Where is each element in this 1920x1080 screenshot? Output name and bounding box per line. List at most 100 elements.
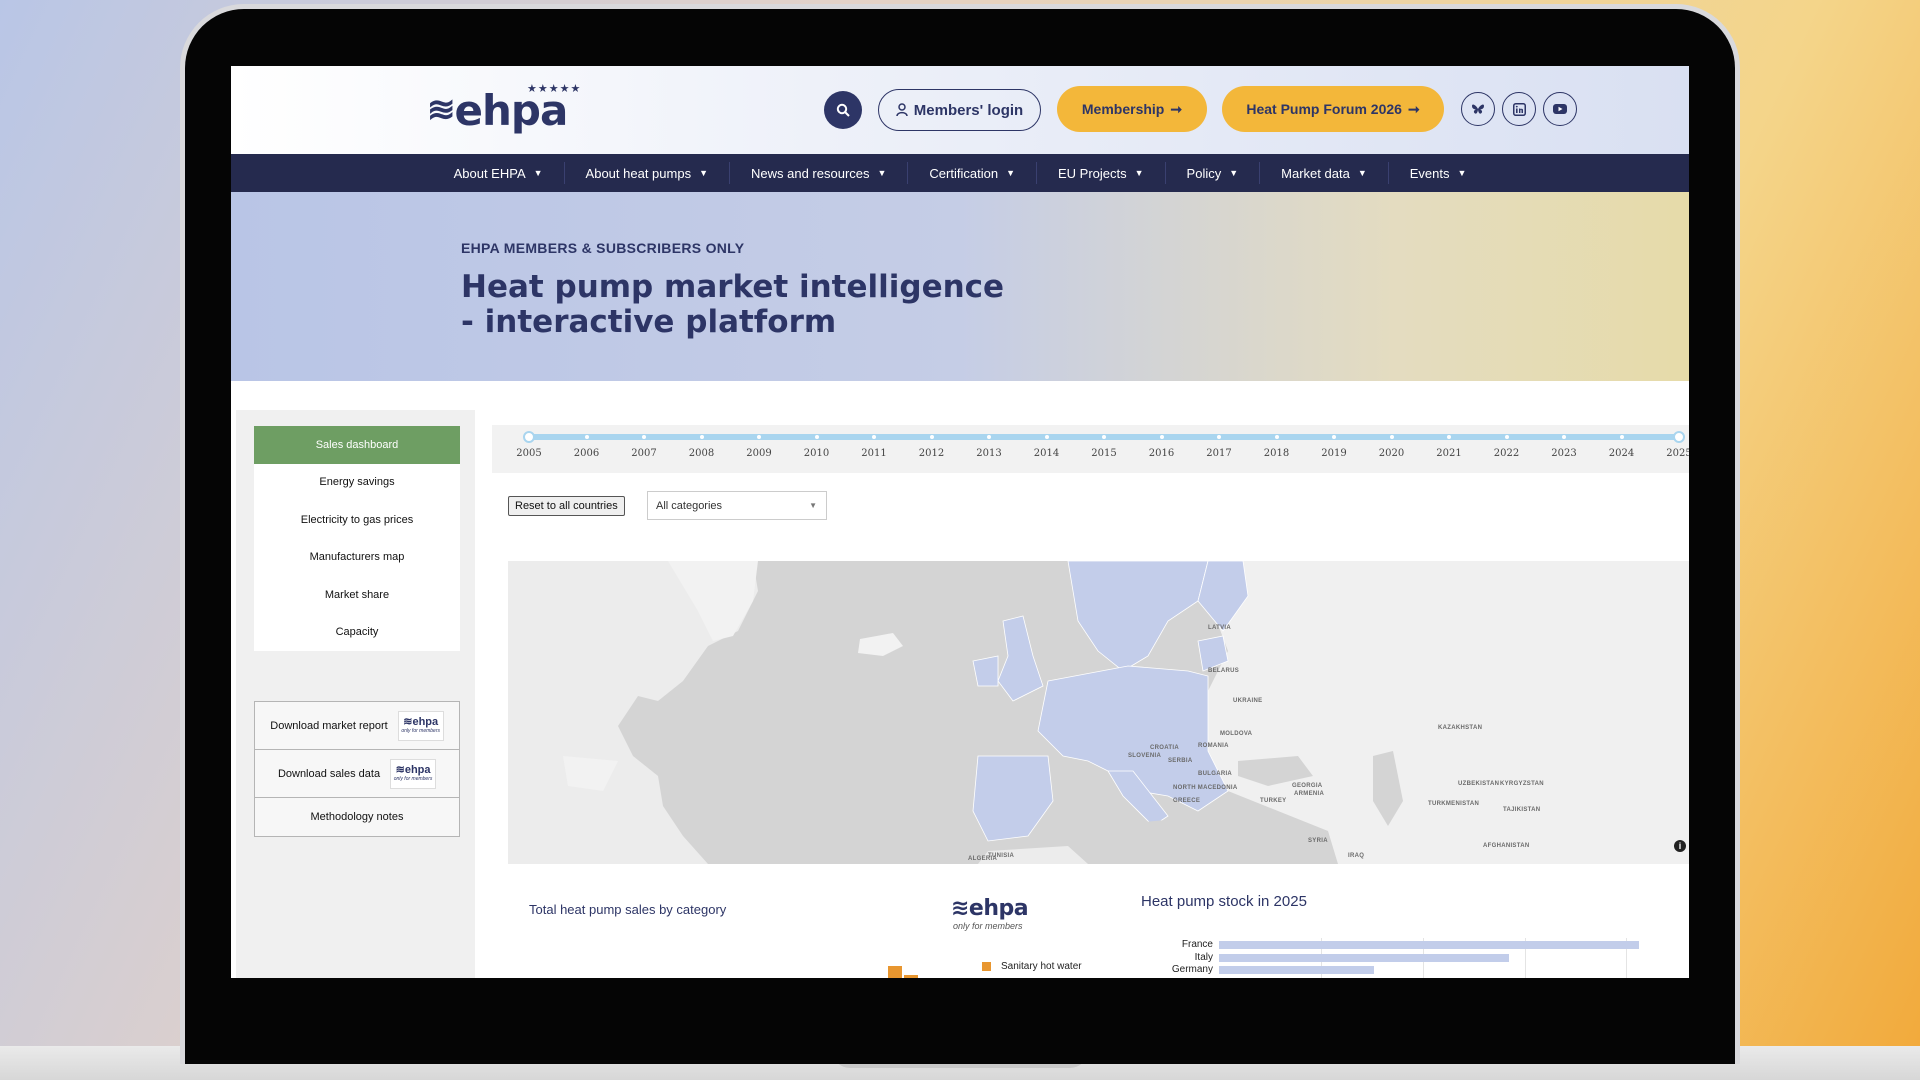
caret-down-icon: ▼ (699, 168, 708, 178)
menu-sales-dashboard[interactable]: Sales dashboard (254, 426, 460, 464)
year-range-slider[interactable]: 2005 2006 2007 2008 2009 2010 2011 2012 2013 2014… (492, 425, 1689, 473)
page-title: Heat pump market intelligence - interact… (461, 269, 1005, 340)
bar-category-label: France (1181, 939, 1213, 950)
slider-year-label: 2023 (1551, 448, 1577, 459)
nav-eu-projects[interactable]: EU Projects ▼ (1037, 162, 1166, 184)
nav-events[interactable]: Events ▼ (1389, 162, 1488, 184)
bluesky-button[interactable] (1461, 92, 1495, 126)
bar-category-label: Germany (1171, 964, 1213, 975)
nav-label: Events (1409, 165, 1450, 181)
slider-tick (872, 435, 876, 439)
map-country-label: GEORGIA (1292, 783, 1323, 789)
heat-pump-forum-button[interactable]: Heat Pump Forum 2026 ➞ (1222, 86, 1444, 132)
download-market-report-button[interactable]: Download market report ≋ehpa only for me… (254, 701, 460, 750)
slider-start-handle[interactable] (523, 431, 535, 443)
nav-label: Certification (929, 165, 999, 181)
chevron-down-icon: ▼ (809, 501, 817, 510)
info-icon[interactable]: i (1674, 840, 1686, 852)
linkedin-button[interactable] (1502, 92, 1536, 126)
slider-tick (1562, 435, 1566, 439)
download-sales-data-button[interactable]: Download sales data ≋ehpa only for membe… (254, 749, 460, 798)
sales-bar[interactable] (904, 975, 918, 978)
legend-swatch-sanitary-hot-water (982, 962, 991, 971)
badge-word: ≋ehpa (395, 764, 431, 776)
slider-tick (1159, 435, 1164, 439)
slider-end-handle[interactable] (1673, 431, 1685, 443)
menu-electricity-to-gas-prices[interactable]: Electricity to gas prices (254, 501, 460, 539)
nav-market-data[interactable]: Market data ▼ (1260, 162, 1389, 184)
stock-bar[interactable] (1219, 941, 1639, 949)
bluesky-icon (1472, 104, 1484, 114)
slider-year-label: 2018 (1263, 448, 1290, 459)
slider-year-label: 2006 (573, 448, 600, 459)
slider-year-label: 2025 (1666, 448, 1689, 459)
sales-bar[interactable] (888, 966, 902, 978)
waves-icon: ≋ (427, 91, 455, 129)
map-country-label: BELARUS (1208, 668, 1240, 674)
stock-bar[interactable] (1219, 966, 1375, 974)
slider-year-label: 2019 (1321, 448, 1347, 459)
map-canvas (508, 561, 1689, 864)
map-country-label: KAZAKHSTAN (1438, 725, 1483, 731)
forum-label: Heat Pump Forum 2026 (1246, 101, 1402, 117)
stock-bar[interactable] (1219, 953, 1509, 962)
members-login-button[interactable]: Members' login (878, 89, 1041, 131)
hero-eyebrow: EHPA MEMBERS & SUBSCRIBERS ONLY (461, 240, 745, 256)
slider-tick (1332, 435, 1336, 439)
menu-capacity[interactable]: Capacity (254, 614, 460, 652)
slider-tick (929, 435, 934, 439)
menu-market-share[interactable]: Market share (254, 576, 460, 614)
map-country-label: IRAQ (1348, 853, 1365, 859)
youtube-button[interactable] (1543, 92, 1577, 126)
arrow-right-icon: ➞ (1170, 100, 1183, 117)
slider-tick (1044, 435, 1049, 439)
nav-policy[interactable]: Policy ▼ (1166, 162, 1261, 184)
reset-countries-button[interactable]: Reset to all countries (508, 496, 625, 516)
stock-bar-chart: France Italy Germany (1172, 938, 1639, 978)
site-header: ≋ ehpa ★★★★★ Members' login Membership ➞… (231, 66, 1689, 154)
membership-button[interactable]: Membership ➞ (1057, 86, 1207, 132)
nav-label: Market data (1281, 165, 1350, 181)
nav-about-heat-pumps[interactable]: About heat pumps ▼ (565, 162, 730, 184)
nav-certification[interactable]: Certification ▼ (908, 162, 1037, 184)
badge-sub: only for members (401, 728, 440, 734)
watermark-word: ≋ehpa (951, 896, 1029, 921)
map-country-label: MOLDOVA (1220, 731, 1253, 737)
ehpa-members-badge: ≋ehpa only for members (397, 710, 444, 741)
slider-tick (584, 435, 589, 439)
nav-about-ehpa[interactable]: About EHPA ▼ (433, 162, 565, 184)
bar-category-label: Italy (1194, 951, 1213, 963)
slider-year-label: 2014 (1033, 448, 1060, 459)
menu-manufacturers-map[interactable]: Manufacturers map (254, 539, 460, 577)
slider-tick (757, 435, 761, 439)
slider-year-label: 2021 (1436, 448, 1462, 459)
ehpa-watermark: ≋ehpa only for members (951, 896, 1029, 931)
nav-label: News and resources (751, 165, 870, 181)
stock-chart-title: Heat pump stock in 2025 (1141, 893, 1307, 910)
slider-year-label: 2013 (976, 448, 1002, 459)
map-country-label: UZBEKISTAN (1458, 781, 1500, 787)
membership-label: Membership (1081, 101, 1165, 117)
stars-icon: ★★★★★ (527, 83, 582, 95)
methodology-notes-button[interactable]: Methodology notes (254, 797, 460, 837)
category-select[interactable]: All categories ▼ (647, 491, 827, 520)
caret-down-icon: ▼ (1134, 168, 1144, 178)
slider-tick (1504, 435, 1509, 439)
nav-label: About heat pumps (585, 165, 692, 181)
slider-year-label: 2016 (1148, 448, 1175, 459)
europe-map[interactable]: LATVIA BELARUS UKRAINE MOLDOVA ROMANIA SERBIA… (508, 561, 1689, 864)
slider-year-label: 2015 (1091, 448, 1117, 459)
ehpa-logo[interactable]: ≋ ehpa ★★★★★ (427, 82, 580, 138)
badge-sub: only for members (393, 776, 433, 782)
map-country-label: GREECE (1173, 798, 1201, 804)
user-icon (896, 103, 908, 117)
caret-down-icon: ▼ (1457, 168, 1467, 178)
menu-energy-savings[interactable]: Energy savings (254, 464, 460, 502)
slider-year-label: 2020 (1378, 448, 1405, 459)
map-country-label: KYRGYZSTAN (1500, 781, 1544, 787)
nav-news-and-resources[interactable]: News and resources ▼ (730, 162, 909, 184)
search-button[interactable] (824, 91, 862, 129)
download-sales-data-label: Download sales data (277, 767, 381, 780)
map-country-label: TAJIKISTAN (1503, 807, 1541, 813)
caret-down-icon: ▼ (1229, 168, 1239, 178)
